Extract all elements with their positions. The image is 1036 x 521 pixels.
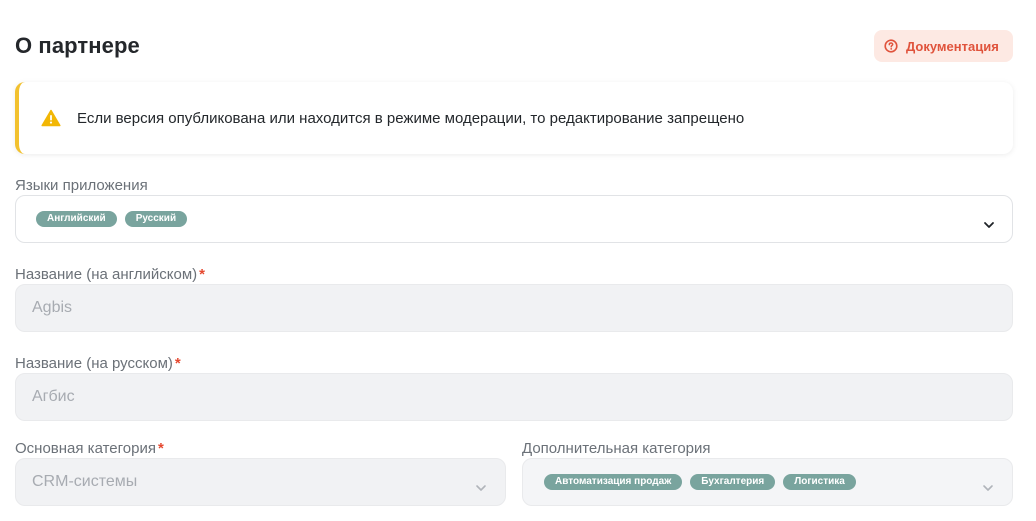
extra-category-select[interactable]: Автоматизация продаж Бухгалтерия Логисти… — [522, 458, 1013, 506]
name-en-input[interactable]: Agbis — [15, 284, 1013, 332]
languages-label-text: Языки приложения — [15, 177, 148, 194]
chevron-down-icon — [983, 216, 995, 228]
required-mark: * — [174, 355, 181, 372]
name-en-label: Название (на английском) * — [15, 266, 205, 283]
languages-label: Языки приложения — [15, 177, 148, 194]
chevron-down-icon — [475, 479, 487, 491]
extra-category-label: Дополнительная категория — [522, 440, 711, 457]
name-ru-label-text: Название (на русском) — [15, 355, 173, 372]
category-chip: Логистика — [783, 474, 856, 490]
category-chip: Автоматизация продаж — [544, 474, 683, 490]
question-circle-icon — [884, 39, 898, 53]
name-ru-label: Название (на русском) * — [15, 355, 181, 372]
main-category-select[interactable]: CRM-системы — [15, 458, 506, 506]
documentation-button-label: Документация — [906, 38, 999, 54]
extra-category-label-text: Дополнительная категория — [522, 440, 711, 457]
name-ru-input[interactable]: Агбис — [15, 373, 1013, 421]
language-chip: Английский — [36, 211, 117, 227]
main-category-label-text: Основная категория — [15, 440, 156, 457]
main-category-label: Основная категория * — [15, 440, 164, 457]
required-mark: * — [157, 440, 164, 457]
languages-select[interactable]: Английский Русский — [15, 195, 1013, 243]
page-title: О партнере — [15, 33, 140, 58]
required-mark: * — [199, 266, 205, 283]
moderation-alert: Если версия опубликована или находится в… — [15, 82, 1013, 154]
alert-text: Если версия опубликована или находится в… — [77, 109, 745, 127]
name-en-label-text: Название (на английском) — [15, 266, 198, 283]
name-en-value: Agbis — [32, 299, 73, 316]
warning-triangle-icon — [41, 109, 61, 127]
category-chip: Бухгалтерия — [690, 474, 776, 490]
main-category-value: CRM-системы — [32, 473, 138, 490]
chevron-down-icon — [982, 479, 994, 491]
name-ru-value: Агбис — [32, 388, 75, 405]
documentation-button[interactable]: Документация — [874, 30, 1013, 62]
language-chip: Русский — [124, 211, 188, 227]
